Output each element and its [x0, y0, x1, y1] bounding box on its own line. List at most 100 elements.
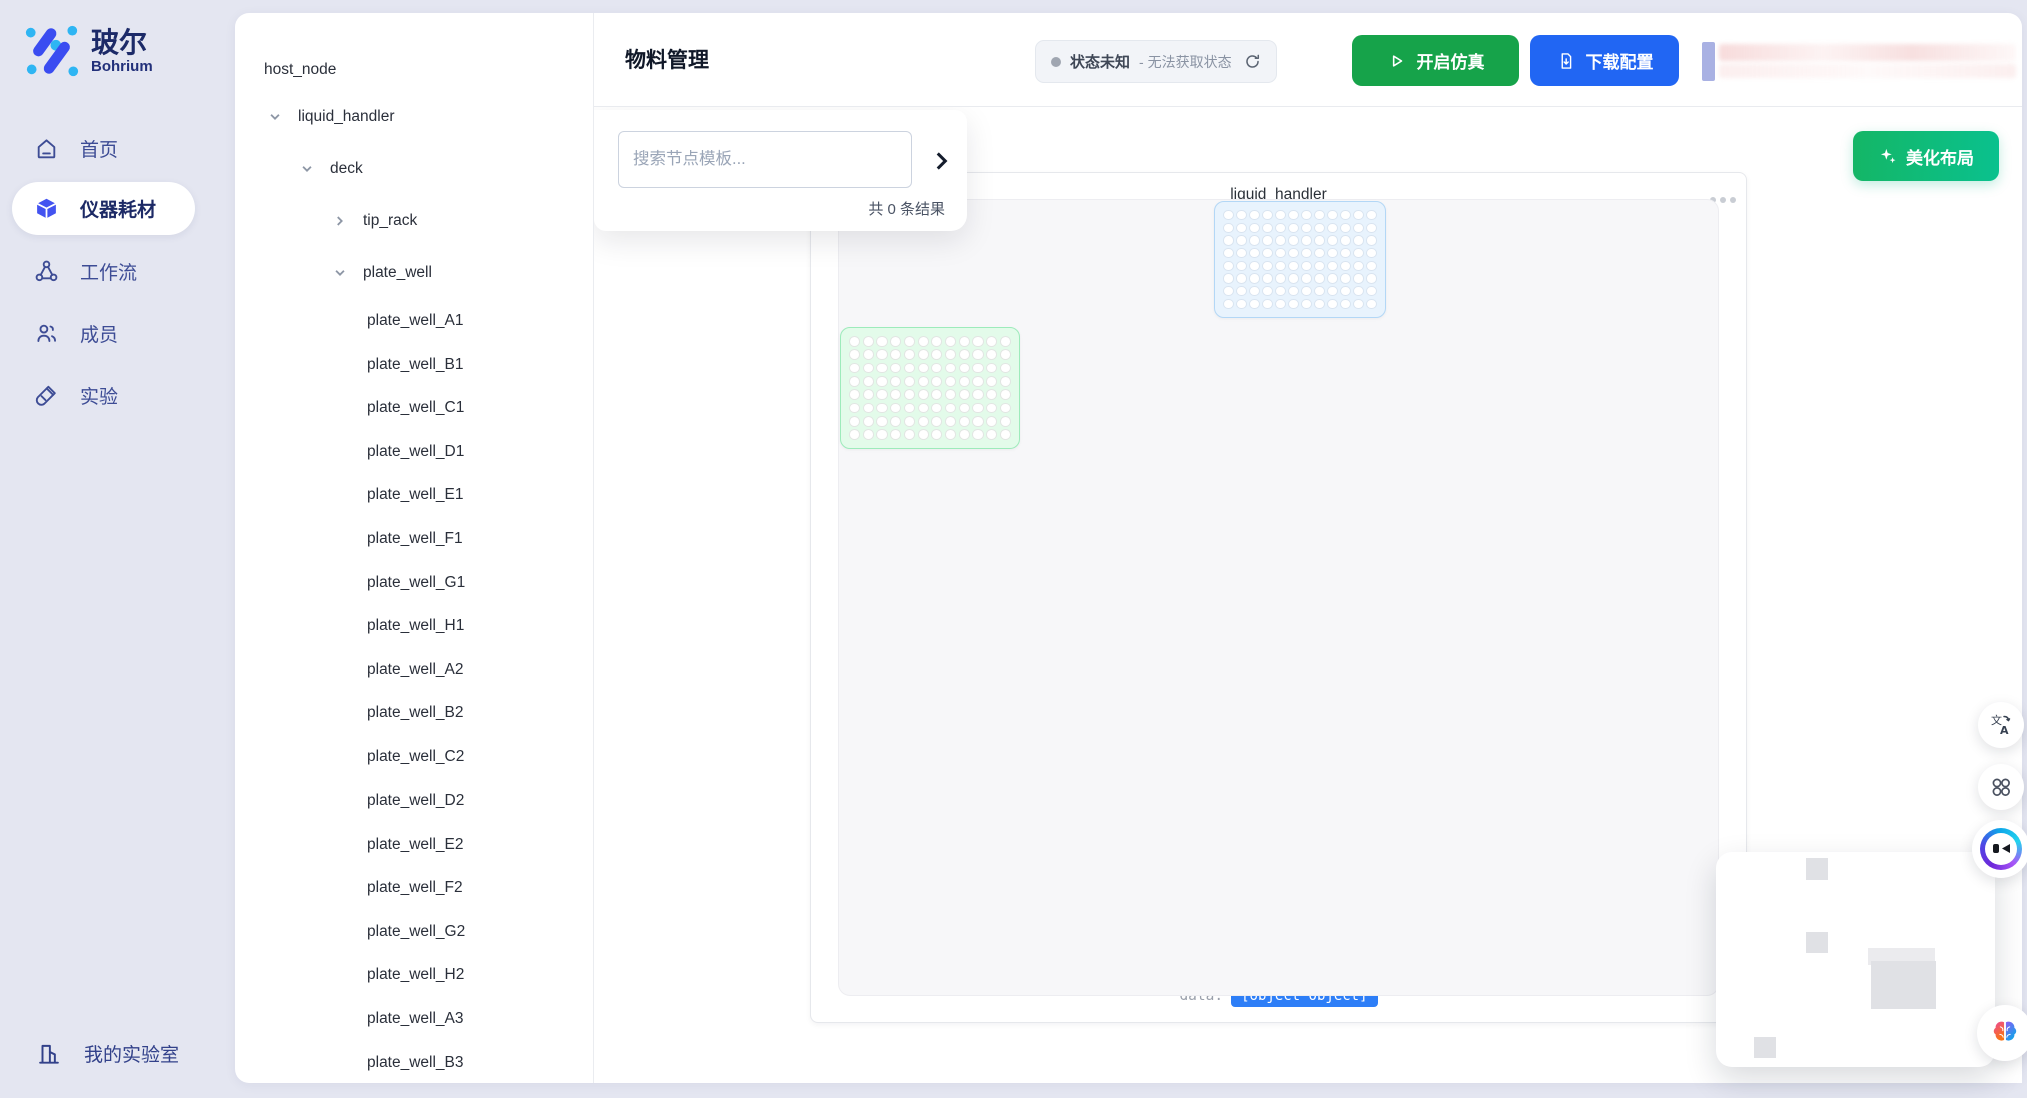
download-config-label: 下载配置 [1586, 48, 1654, 73]
start-simulation-button[interactable]: 开启仿真 [1352, 35, 1519, 86]
well [1275, 273, 1286, 283]
tree-item-label: plate_well_G2 [367, 923, 465, 941]
tree-item-plate_well_A2[interactable]: plate_well_A2 [235, 649, 593, 691]
tree-item-plate_well_A1[interactable]: plate_well_A1 [235, 300, 593, 342]
well [1353, 248, 1364, 258]
well [1314, 261, 1325, 271]
well [1275, 248, 1286, 258]
well [1000, 429, 1011, 440]
sidebar-item-instruments[interactable]: 仪器耗材 [12, 182, 195, 235]
tree-item-plate_well_B3[interactable]: plate_well_B3 [235, 1042, 593, 1083]
chevron-down-icon[interactable] [331, 264, 349, 282]
scrollbar-track[interactable] [2027, 0, 2032, 1098]
sidebar-item-my-lab[interactable]: 我的实验室 [12, 1027, 222, 1080]
tree-item-plate_well_C2[interactable]: plate_well_C2 [235, 736, 593, 778]
tree-item-plate_well_F2[interactable]: plate_well_F2 [235, 867, 593, 909]
page-title: 物料管理 [625, 44, 709, 74]
well [1288, 273, 1299, 283]
chevron-right-icon[interactable] [331, 212, 349, 230]
well [904, 429, 915, 440]
minimap-node-rect [1754, 1037, 1776, 1058]
well [876, 376, 887, 387]
tree-item-plate_well_C1[interactable]: plate_well_C1 [235, 387, 593, 429]
well [931, 389, 942, 400]
well [1000, 336, 1011, 347]
tree-item-plate_well_D2[interactable]: plate_well_D2 [235, 780, 593, 822]
sidebar-item-members[interactable]: 成员 [12, 307, 212, 360]
well [1366, 273, 1377, 283]
tree-item-host_node[interactable]: host_node [235, 49, 593, 91]
well [986, 429, 997, 440]
tree-item-plate_well_E2[interactable]: plate_well_E2 [235, 824, 593, 866]
well [1353, 299, 1364, 309]
minimap[interactable] [1716, 852, 1995, 1067]
well [1340, 273, 1351, 283]
tree-item-plate_well[interactable]: plate_well [235, 252, 593, 294]
tree-item-plate_well_G2[interactable]: plate_well_G2 [235, 911, 593, 953]
plate-plate_well[interactable] [840, 327, 1020, 449]
tree-item-plate_well_D1[interactable]: plate_well_D1 [235, 431, 593, 473]
tree-item-deck[interactable]: deck [235, 148, 593, 190]
tree-item-tip_rack[interactable]: tip_rack [235, 200, 593, 242]
sidebar-item-workflow[interactable]: 工作流 [12, 245, 212, 298]
chevron-down-icon[interactable] [298, 160, 316, 178]
download-config-button[interactable]: 下载配置 [1530, 35, 1679, 86]
ai-robot-button[interactable] [1972, 820, 2030, 878]
four-circles-grid-icon [1989, 775, 2013, 799]
well [918, 429, 929, 440]
tree-item-plate_well_H1[interactable]: plate_well_H1 [235, 605, 593, 647]
components-button[interactable] [1978, 764, 2024, 810]
refresh-icon[interactable] [1244, 53, 1261, 70]
tree-item-liquid_handler[interactable]: liquid_handler [235, 96, 593, 138]
deck-area[interactable] [838, 199, 1719, 996]
members-icon [34, 321, 59, 346]
chevron-down-icon[interactable] [266, 108, 284, 126]
well [1236, 223, 1247, 233]
well [1000, 376, 1011, 387]
tree-item-plate_well_F1[interactable]: plate_well_F1 [235, 518, 593, 560]
well [876, 336, 887, 347]
start-simulation-label: 开启仿真 [1417, 48, 1485, 73]
expand-chevron-icon[interactable] [928, 148, 954, 174]
well [1236, 235, 1247, 245]
node-liquid-handler[interactable]: liquid_handler data: [object Object] [810, 172, 1747, 1023]
tree-item-label: deck [330, 160, 363, 178]
tree-item-plate_well_A3[interactable]: plate_well_A3 [235, 998, 593, 1040]
well [849, 416, 860, 427]
tree-item-plate_well_B1[interactable]: plate_well_B1 [235, 344, 593, 386]
well [876, 429, 887, 440]
sidebar-item-experiments[interactable]: 实验 [12, 369, 212, 422]
well [1340, 248, 1351, 258]
well [959, 336, 970, 347]
well [1353, 210, 1364, 220]
well [1249, 248, 1260, 258]
ai-brain-button[interactable] [1977, 1005, 2032, 1061]
sidebar-item-home[interactable]: 首页 [12, 122, 212, 175]
plate-tip_rack[interactable] [1214, 201, 1386, 318]
well [1288, 210, 1299, 220]
well [945, 403, 956, 414]
well [972, 429, 983, 440]
well [863, 349, 874, 360]
well [1366, 248, 1377, 258]
minimap-node-rect [1806, 858, 1828, 880]
translate-icon: 文 A [1989, 713, 2013, 737]
well [890, 389, 901, 400]
tree-item-plate_well_E1[interactable]: plate_well_E1 [235, 474, 593, 516]
well [918, 363, 929, 374]
search-result-count: 共 0 条结果 [868, 198, 945, 219]
search-input[interactable] [618, 131, 912, 188]
well [1340, 299, 1351, 309]
well [1249, 223, 1260, 233]
tree-item-plate_well_G1[interactable]: plate_well_G1 [235, 562, 593, 604]
tree-item-label: plate_well_C2 [367, 748, 464, 766]
tree-item-plate_well_B2[interactable]: plate_well_B2 [235, 692, 593, 734]
well [918, 376, 929, 387]
sparkles-icon [1878, 146, 1898, 166]
translate-button[interactable]: 文 A [1978, 702, 2024, 748]
well [1366, 223, 1377, 233]
beautify-layout-button[interactable]: 美化布局 [1853, 131, 1999, 181]
well [1327, 235, 1338, 245]
tree-item-plate_well_H2[interactable]: plate_well_H2 [235, 954, 593, 996]
well [1000, 389, 1011, 400]
